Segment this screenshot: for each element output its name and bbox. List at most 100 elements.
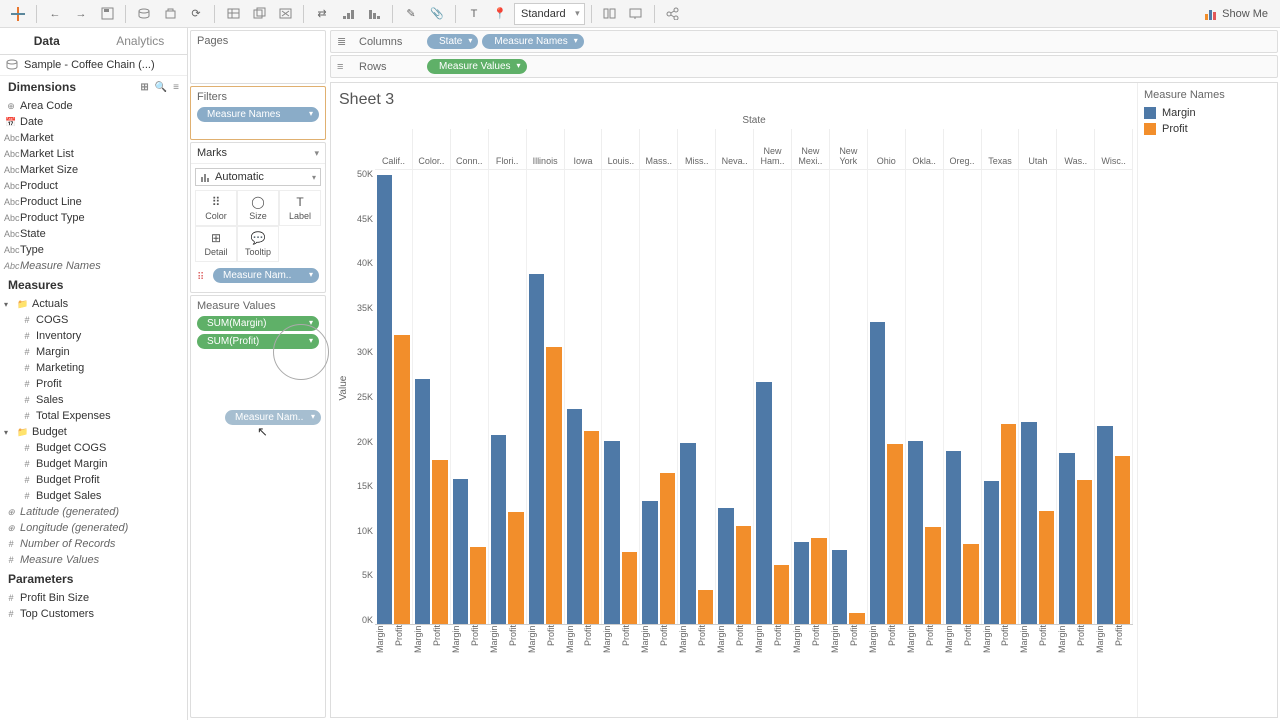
bar-margin[interactable] — [1059, 453, 1074, 624]
pin-icon[interactable]: 📍 — [488, 3, 512, 25]
bar-profit[interactable] — [774, 565, 789, 624]
bar-margin[interactable] — [794, 542, 809, 624]
meas-latitude-generated-[interactable]: ⊕Latitude (generated) — [0, 504, 187, 520]
bar-margin[interactable] — [642, 501, 657, 624]
bar-margin[interactable] — [529, 274, 544, 624]
meas-budget-sales[interactable]: #Budget Sales — [0, 488, 187, 504]
mark-label[interactable]: TLabel — [279, 190, 321, 226]
mv-pill-margin[interactable]: SUM(Margin) — [197, 316, 319, 331]
bar-margin[interactable] — [1021, 422, 1036, 624]
dim-market-list[interactable]: AbcMarket List — [0, 146, 187, 162]
bar-margin[interactable] — [491, 435, 506, 624]
pages-shelf[interactable]: Pages — [190, 30, 326, 84]
sort-desc-icon[interactable] — [362, 3, 386, 25]
columns-shelf[interactable]: ≣ Columns State Measure Names — [330, 30, 1278, 53]
meas-inventory[interactable]: #Inventory — [0, 328, 187, 344]
sort-asc-icon[interactable] — [336, 3, 360, 25]
share-icon[interactable] — [661, 3, 685, 25]
meas-sales[interactable]: #Sales — [0, 392, 187, 408]
auto-update-icon[interactable] — [158, 3, 182, 25]
bar-profit[interactable] — [925, 527, 940, 624]
bar-margin[interactable] — [756, 382, 771, 624]
mv-pill-profit[interactable]: SUM(Profit) — [197, 334, 319, 349]
swap-icon[interactable]: ⇄ — [310, 3, 334, 25]
bar-margin[interactable] — [718, 508, 733, 624]
bar-profit[interactable] — [1001, 424, 1016, 624]
show-me-button[interactable]: Show Me — [1198, 7, 1274, 21]
legend-item-profit[interactable]: Profit — [1144, 123, 1271, 135]
meas-budget-cogs[interactable]: #Budget COGS — [0, 440, 187, 456]
bar-profit[interactable] — [736, 526, 751, 624]
col-pill-measure-names[interactable]: Measure Names — [482, 34, 583, 49]
bar-profit[interactable] — [963, 544, 978, 624]
meas-budget-profit[interactable]: #Budget Profit — [0, 472, 187, 488]
dim-state[interactable]: AbcState — [0, 226, 187, 242]
param-profit-bin-size[interactable]: #Profit Bin Size — [0, 590, 187, 606]
sheet-title[interactable]: Sheet 3 — [339, 91, 1133, 109]
col-pill-state[interactable]: State — [427, 34, 478, 49]
meas-number-of-records[interactable]: #Number of Records — [0, 536, 187, 552]
search-icon[interactable]: 🔍 — [155, 82, 167, 93]
bar-profit[interactable] — [1039, 511, 1054, 625]
cards-icon[interactable] — [598, 3, 622, 25]
mark-color[interactable]: ⠿Color — [195, 190, 237, 226]
meas-profit[interactable]: #Profit — [0, 376, 187, 392]
meas-group-actuals[interactable]: ▾📁Actuals — [0, 296, 187, 312]
view-icon[interactable]: ⊞ — [140, 82, 148, 93]
dim-market[interactable]: AbcMarket — [0, 130, 187, 146]
highlight-icon[interactable]: ✎ — [399, 3, 423, 25]
attach-icon[interactable]: 📎 — [425, 3, 449, 25]
dim-type[interactable]: AbcType — [0, 242, 187, 258]
bar-profit[interactable] — [698, 590, 713, 624]
marks-type-select[interactable]: Automatic — [195, 168, 321, 186]
save-icon[interactable] — [95, 3, 119, 25]
measure-values-shelf[interactable]: Measure Values SUM(Margin) SUM(Profit) M… — [190, 295, 326, 718]
bar-profit[interactable] — [811, 538, 826, 624]
bar-profit[interactable] — [546, 347, 561, 624]
meas-cogs[interactable]: #COGS — [0, 312, 187, 328]
dim-area-code[interactable]: ⊕Area Code — [0, 98, 187, 114]
meas-budget-margin[interactable]: #Budget Margin — [0, 456, 187, 472]
bar-profit[interactable] — [394, 335, 409, 624]
dim-market-size[interactable]: AbcMarket Size — [0, 162, 187, 178]
meas-marketing[interactable]: #Marketing — [0, 360, 187, 376]
duplicate-icon[interactable] — [247, 3, 271, 25]
bar-margin[interactable] — [1097, 426, 1112, 624]
bar-margin[interactable] — [604, 441, 619, 624]
row-pill-measure-values[interactable]: Measure Values — [427, 59, 527, 74]
dim-product[interactable]: AbcProduct — [0, 178, 187, 194]
tab-analytics[interactable]: Analytics — [94, 28, 188, 54]
bar-profit[interactable] — [660, 473, 675, 624]
mark-detail[interactable]: ⊞Detail — [195, 226, 237, 262]
bar-profit[interactable] — [849, 613, 864, 624]
datasource-item[interactable]: Sample - Coffee Chain (...) — [0, 55, 187, 76]
bar-profit[interactable] — [1115, 456, 1130, 624]
bar-margin[interactable] — [567, 409, 582, 624]
text-icon[interactable]: T — [462, 3, 486, 25]
rows-shelf[interactable]: ≡ Rows Measure Values — [330, 55, 1278, 78]
bar-margin[interactable] — [415, 379, 430, 624]
bar-profit[interactable] — [1077, 480, 1092, 624]
presentation-icon[interactable] — [624, 3, 648, 25]
bar-profit[interactable] — [887, 444, 902, 624]
bar-margin[interactable] — [832, 550, 847, 624]
clear-icon[interactable] — [273, 3, 297, 25]
forward-icon[interactable]: → — [69, 3, 93, 25]
filters-shelf[interactable]: Filters Measure Names — [190, 86, 326, 140]
param-top-customers[interactable]: #Top Customers — [0, 606, 187, 622]
new-datasource-icon[interactable] — [132, 3, 156, 25]
dim-date[interactable]: 📅Date — [0, 114, 187, 130]
dim-product-line[interactable]: AbcProduct Line — [0, 194, 187, 210]
meas-margin[interactable]: #Margin — [0, 344, 187, 360]
color-pill-measure-names[interactable]: Measure Nam.. — [213, 268, 319, 283]
bar-margin[interactable] — [908, 441, 923, 624]
tableau-logo-icon[interactable] — [6, 3, 30, 25]
marks-menu-icon[interactable]: ▾ — [314, 148, 319, 159]
bar-profit[interactable] — [508, 512, 523, 624]
dim-measure-names[interactable]: AbcMeasure Names — [0, 258, 187, 274]
fit-select[interactable]: Standard — [514, 3, 585, 25]
meas-total-expenses[interactable]: #Total Expenses — [0, 408, 187, 424]
refresh-icon[interactable]: ⟳ — [184, 3, 208, 25]
dim-product-type[interactable]: AbcProduct Type — [0, 210, 187, 226]
meas-longitude-generated-[interactable]: ⊕Longitude (generated) — [0, 520, 187, 536]
